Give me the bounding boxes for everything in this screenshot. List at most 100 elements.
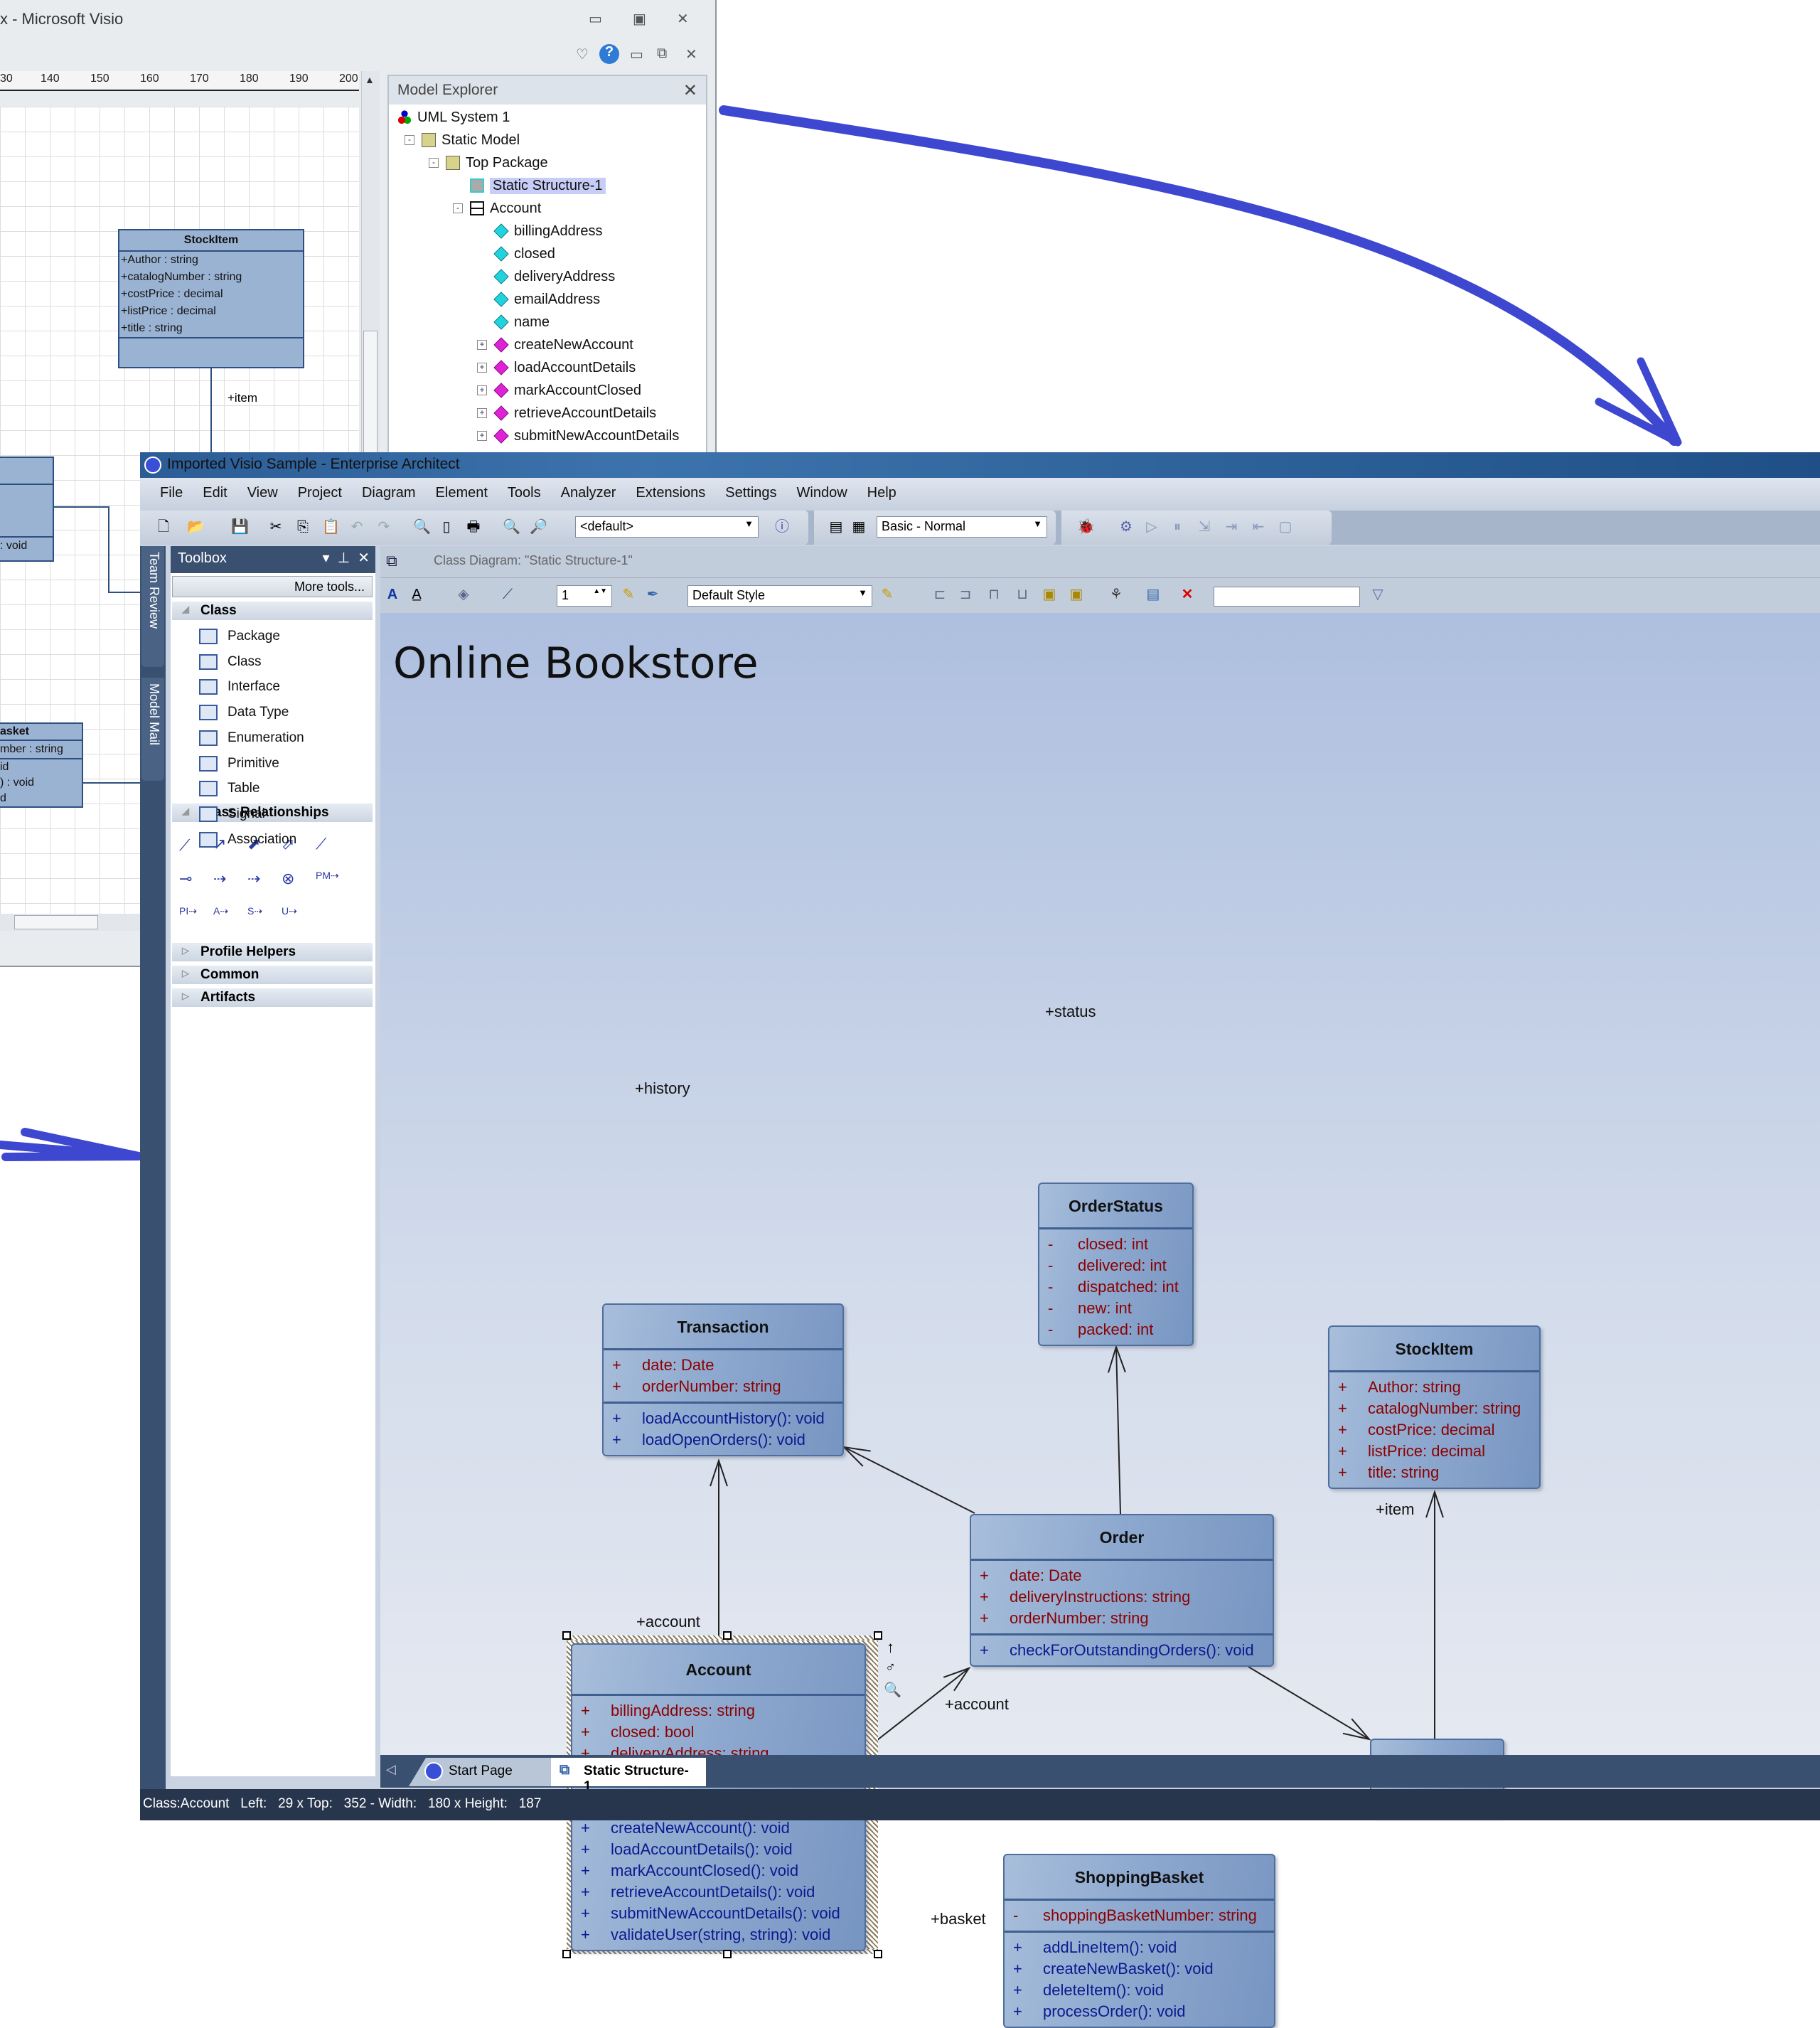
menu-view[interactable]: View <box>247 485 278 503</box>
realization-tool-icon[interactable]: ⇢ <box>247 870 260 888</box>
close-icon[interactable]: ✕ <box>358 550 370 566</box>
toolbox-item-package[interactable]: Package <box>199 629 280 644</box>
format-painter-icon[interactable]: ✎ <box>621 587 636 602</box>
copy-icon[interactable]: ⎘ <box>295 519 311 535</box>
association-order-orderstatus[interactable] <box>1108 1344 1126 1515</box>
association-order-lineitem[interactable] <box>1248 1666 1371 1741</box>
attribute[interactable]: - dispatched: int <box>1039 1276 1192 1298</box>
save-icon[interactable]: 💾 <box>231 519 249 535</box>
menu-tools[interactable]: Tools <box>508 485 541 503</box>
menu-project[interactable]: Project <box>298 485 342 503</box>
operation[interactable]: + loadOpenOrders(): void <box>604 1429 842 1451</box>
open-icon[interactable]: 📂 <box>187 519 205 535</box>
debug-bug-icon[interactable]: 🐞 <box>1077 519 1095 535</box>
resize-handle[interactable] <box>562 1950 571 1958</box>
line-width-spinner[interactable]: 1 ▲▼ <box>557 585 612 607</box>
save-style-icon[interactable]: ✎ <box>879 587 895 602</box>
resize-handle[interactable] <box>723 1631 732 1640</box>
eyedropper-icon[interactable]: ✒ <box>645 587 660 602</box>
attribute[interactable]: + listPrice: decimal <box>1329 1441 1539 1462</box>
operation[interactable]: + submitNewAccountDetails(): void <box>572 1903 864 1924</box>
font-icon[interactable]: A <box>385 587 400 602</box>
operation[interactable]: + processOrder(): void <box>1005 2001 1274 2022</box>
search-diagram-icon[interactable]: 🔎 <box>530 519 547 535</box>
delete-icon[interactable]: ✕ <box>1179 587 1195 602</box>
toolbox-item-signal[interactable]: Signal <box>199 806 265 822</box>
align-bottom-icon[interactable]: ⊔ <box>1015 587 1030 602</box>
bring-to-front-icon[interactable]: ▣ <box>1042 587 1057 602</box>
operation[interactable]: + markAccountClosed(): void <box>572 1860 864 1882</box>
operation[interactable]: + createNewAccount(): void <box>572 1818 864 1839</box>
fill-color-icon[interactable]: ◈ <box>456 587 471 602</box>
more-tools-button[interactable]: More tools... <box>172 576 373 597</box>
search-model-icon[interactable]: 🔍 <box>503 519 520 535</box>
font-color-icon[interactable]: A̲ <box>409 587 424 602</box>
association-tool-icon[interactable]: ⟋ <box>179 836 190 855</box>
tab-scroll-left-icon[interactable]: ◁ <box>386 1762 396 1777</box>
help-icon[interactable]: ⓘ <box>774 519 790 535</box>
tab-start-page[interactable]: Start Page <box>409 1758 551 1786</box>
menu-analyzer[interactable]: Analyzer <box>561 485 616 503</box>
section-profile-helpers[interactable]: ▷ Profile Helpers <box>172 943 373 961</box>
find-icon[interactable]: 🔍 <box>413 519 431 535</box>
association-account-transaction[interactable] <box>710 1458 728 1640</box>
section-artifacts[interactable]: ▷ Artifacts <box>172 988 373 1007</box>
align-top-icon[interactable]: ⊓ <box>986 587 1002 602</box>
step-over-icon[interactable]: ⇥ <box>1224 519 1239 535</box>
association-class-tool-icon[interactable]: ⟋ <box>316 835 326 853</box>
attribute[interactable]: + orderNumber: string <box>971 1608 1273 1629</box>
align-left-icon[interactable]: ⊏ <box>932 587 948 602</box>
pin-icon[interactable]: ⊥ <box>338 550 350 566</box>
style-select[interactable]: Default Style ▼ <box>687 585 872 607</box>
properties-icon[interactable]: ▤ <box>1145 587 1161 602</box>
operation[interactable]: + createNewBasket(): void <box>1005 1958 1274 1980</box>
zoom-icon[interactable]: 🔍 <box>884 1681 901 1699</box>
attribute[interactable]: - new: int <box>1039 1298 1192 1319</box>
operation[interactable]: + addLineItem(): void <box>1005 1937 1274 1958</box>
attribute[interactable]: + costPrice: decimal <box>1329 1419 1539 1441</box>
operation[interactable]: + retrieveAccountDetails(): void <box>572 1882 864 1903</box>
move-handle-icon[interactable]: ↑ <box>887 1638 894 1657</box>
print-icon[interactable]: 🖶 <box>466 519 481 535</box>
cut-icon[interactable]: ✂ <box>268 519 284 535</box>
attribute[interactable]: + catalogNumber: string <box>1329 1398 1539 1419</box>
model-mail-tab[interactable]: Model Mail <box>141 678 164 781</box>
new-icon[interactable]: 🗋 <box>156 519 171 535</box>
line-color-icon[interactable]: ⟋ <box>500 587 515 602</box>
menu-extensions[interactable]: Extensions <box>636 485 705 503</box>
menu-edit[interactable]: Edit <box>203 485 227 503</box>
class-orderstatus[interactable]: OrderStatus - closed: int - delivered: int - d… <box>1038 1183 1194 1346</box>
resize-handle[interactable] <box>723 1950 732 1958</box>
menu-settings[interactable]: Settings <box>725 485 776 503</box>
spinner-arrows-icon[interactable]: ▲▼ <box>593 587 607 595</box>
resize-handle[interactable] <box>874 1950 882 1958</box>
operation[interactable]: + loadAccountHistory(): void <box>604 1408 842 1429</box>
attribute[interactable]: - shoppingBasketNumber: string <box>1005 1905 1274 1926</box>
step-into-icon[interactable]: ⇲ <box>1197 519 1212 535</box>
layout-icon[interactable]: ▤ <box>828 519 844 535</box>
paste-icon[interactable]: 📋 <box>322 519 340 535</box>
filter-icon[interactable]: ▽ <box>1370 587 1386 602</box>
attribute[interactable]: - packed: int <box>1039 1319 1192 1340</box>
toolbox-item-data-type[interactable]: Data Type <box>199 705 289 721</box>
toolbox-item-enumeration[interactable]: Enumeration <box>199 730 304 746</box>
menu-help[interactable]: Help <box>867 485 896 503</box>
run-icon[interactable]: ▷ <box>1144 519 1160 535</box>
operation[interactable]: + deleteItem(): void <box>1005 1980 1274 2001</box>
toolbox-item-association[interactable]: Association <box>199 831 296 848</box>
page-icon[interactable]: ▯ <box>439 519 454 535</box>
resize-handle[interactable] <box>874 1631 882 1640</box>
attribute[interactable]: + closed: bool <box>572 1722 864 1743</box>
pause-icon[interactable]: ⏸ <box>1169 519 1185 535</box>
substitution-tool-icon[interactable]: S⇢ <box>247 905 262 917</box>
redo-icon[interactable]: ↷ <box>376 519 392 535</box>
align-right-icon[interactable]: ⊐ <box>958 587 973 602</box>
attribute[interactable]: + deliveryInstructions: string <box>971 1586 1273 1608</box>
workspace-select[interactable]: Basic - Normal ▼ <box>877 516 1047 538</box>
tab-static-structure[interactable]: ⧉ Static Structure-1 <box>551 1758 706 1794</box>
quick-link-icon[interactable]: ♂ <box>885 1660 896 1676</box>
class-order[interactable]: Order + date: Date + deliveryInstructions: s… <box>970 1514 1274 1667</box>
operation[interactable]: + loadAccountDetails(): void <box>572 1839 864 1860</box>
dropdown-icon[interactable]: ▾ <box>323 550 330 566</box>
undo-icon[interactable]: ↶ <box>349 519 365 535</box>
